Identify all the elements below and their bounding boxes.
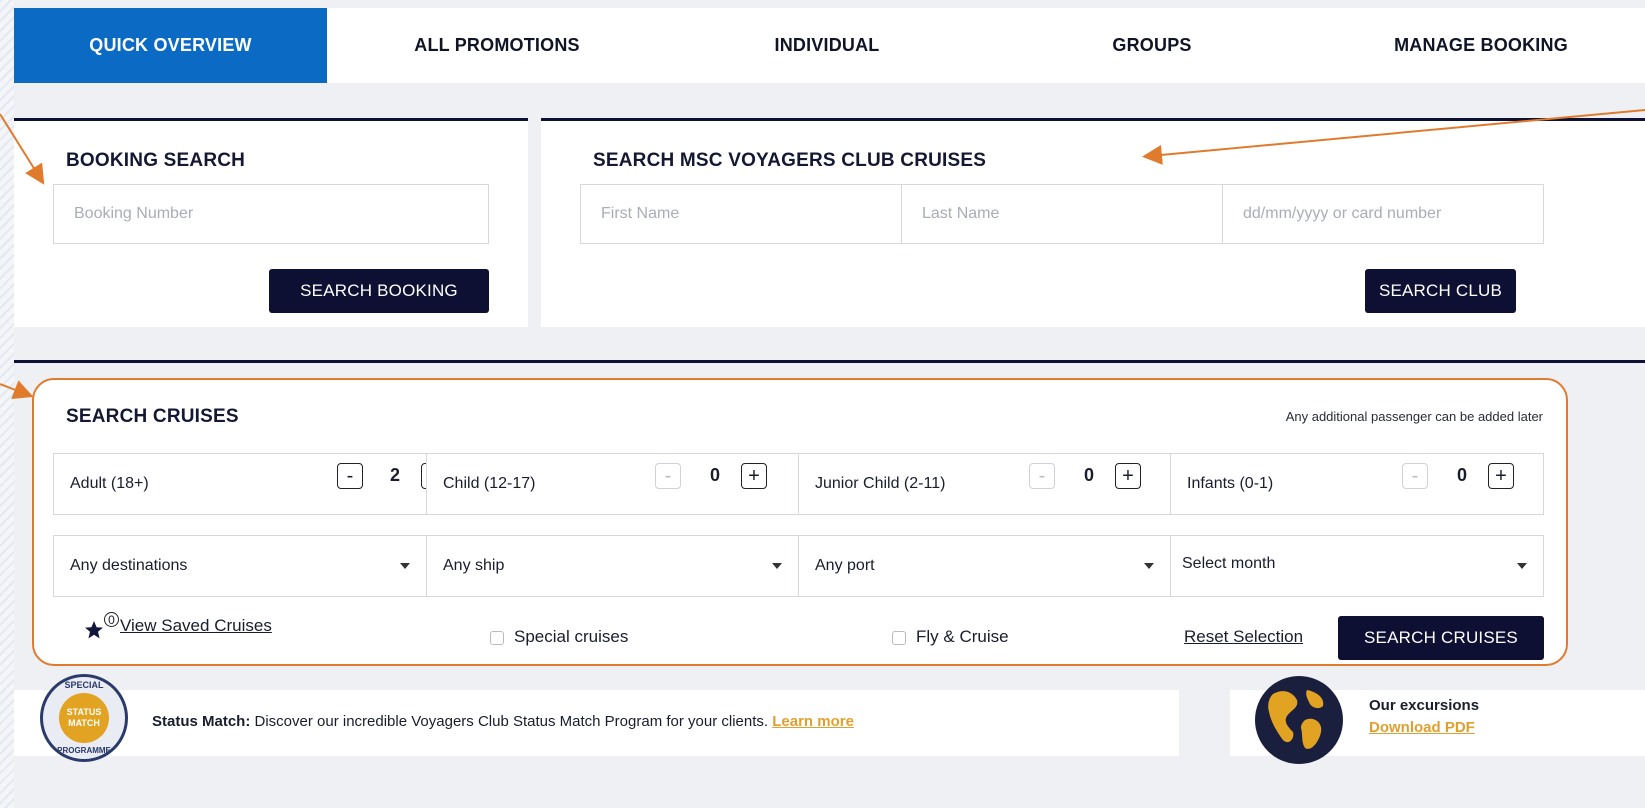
- tab-quick-overview[interactable]: QUICK OVERVIEW: [14, 8, 327, 83]
- reset-selection-link[interactable]: Reset Selection: [1184, 627, 1303, 647]
- last-name-input[interactable]: [901, 184, 1223, 244]
- decrement-button[interactable]: -: [1029, 463, 1055, 489]
- decrement-button[interactable]: -: [337, 463, 363, 489]
- badge-bottom-text: PROGRAMME: [57, 746, 111, 755]
- fly-cruise-option[interactable]: Fly & Cruise: [892, 627, 1009, 647]
- tab-manage-booking[interactable]: MANAGE BOOKING: [1317, 8, 1645, 83]
- badge-match-text: MATCH: [68, 718, 100, 728]
- first-name-input[interactable]: [580, 184, 902, 244]
- fly-cruise-checkbox[interactable]: [892, 630, 906, 645]
- booking-number-input[interactable]: [53, 184, 489, 244]
- excursions-title: Our excursions: [1369, 697, 1480, 714]
- decrement-button[interactable]: -: [655, 463, 681, 489]
- increment-button[interactable]: +: [741, 463, 767, 489]
- view-saved-link[interactable]: View Saved Cruises: [120, 616, 272, 636]
- special-cruises-label: Special cruises: [514, 627, 629, 646]
- month-select[interactable]: Select month: [1170, 535, 1544, 597]
- month-value: Select month: [1182, 555, 1276, 572]
- passenger-label: Child (12-17): [443, 475, 536, 492]
- port-select[interactable]: Any port: [798, 535, 1171, 597]
- top-tabs: QUICK OVERVIEW ALL PROMOTIONS INDIVIDUAL…: [14, 8, 1645, 83]
- passenger-note: Any additional passenger can be added la…: [1285, 409, 1543, 424]
- search-club-button[interactable]: SEARCH CLUB: [1365, 269, 1516, 313]
- learn-more-link[interactable]: Learn more: [772, 713, 854, 730]
- destination-select[interactable]: Any destinations: [53, 535, 427, 597]
- chevron-down-icon: [772, 563, 782, 569]
- passenger-count: 0: [710, 465, 721, 485]
- decrement-button[interactable]: -: [1402, 463, 1428, 489]
- club-search-title: SEARCH MSC VOYAGERS CLUB CRUISES: [593, 150, 987, 171]
- birthdate-card-input[interactable]: [1222, 184, 1544, 244]
- cruise-search-title: SEARCH CRUISES: [66, 406, 239, 427]
- search-cruises-button[interactable]: SEARCH CRUISES: [1338, 616, 1544, 660]
- view-saved-cruises[interactable]: 0 View Saved Cruises: [84, 612, 272, 640]
- passenger-label: Infants (0-1): [1187, 475, 1274, 492]
- passenger-adult: Adult (18+) - 2 +: [53, 453, 447, 515]
- tab-groups[interactable]: GROUPS: [987, 8, 1317, 83]
- globe-icon: [1255, 676, 1343, 764]
- passenger-count: 0: [1084, 465, 1095, 485]
- status-match-bold: Status Match:: [152, 713, 251, 730]
- passenger-count: 2: [390, 465, 401, 485]
- passenger-infants: Infants (0-1) - 0 +: [1170, 453, 1544, 515]
- increment-button[interactable]: +: [1488, 463, 1514, 489]
- passenger-junior-child: Junior Child (2-11) - 0 +: [798, 453, 1171, 515]
- status-match-badge: STATUS MATCH SPECIAL PROGRAMME: [40, 674, 128, 762]
- passenger-label: Adult (18+): [70, 475, 149, 492]
- tab-all-promotions[interactable]: ALL PROMOTIONS: [327, 8, 667, 83]
- passenger-label: Junior Child (2-11): [815, 475, 946, 492]
- booking-search-title: BOOKING SEARCH: [66, 150, 246, 171]
- special-cruises-option[interactable]: Special cruises: [490, 627, 628, 647]
- passenger-child: Child (12-17) - 0 +: [426, 453, 799, 515]
- chevron-down-icon: [1517, 563, 1527, 569]
- increment-button[interactable]: +: [1115, 463, 1141, 489]
- star-icon: [85, 621, 103, 639]
- port-value: Any port: [815, 557, 875, 574]
- status-match-desc: Discover our incredible Voyagers Club St…: [250, 713, 773, 730]
- chevron-down-icon: [1144, 563, 1154, 569]
- search-booking-button[interactable]: SEARCH BOOKING: [269, 269, 489, 313]
- passenger-count: 0: [1457, 465, 1468, 485]
- chevron-down-icon: [400, 563, 410, 569]
- left-decoration: [0, 0, 14, 808]
- download-pdf-link[interactable]: Download PDF: [1369, 719, 1475, 736]
- saved-count-badge: 0: [104, 612, 119, 627]
- badge-top-text: SPECIAL: [64, 680, 104, 690]
- tab-individual[interactable]: INDIVIDUAL: [667, 8, 987, 83]
- destination-value: Any destinations: [70, 557, 188, 574]
- status-match-text: Status Match: Discover our incredible Vo…: [152, 713, 854, 730]
- badge-status-text: STATUS: [66, 707, 102, 717]
- ship-value: Any ship: [443, 557, 505, 574]
- special-cruises-checkbox[interactable]: [490, 630, 504, 645]
- ship-select[interactable]: Any ship: [426, 535, 799, 597]
- fly-cruise-label: Fly & Cruise: [916, 627, 1009, 646]
